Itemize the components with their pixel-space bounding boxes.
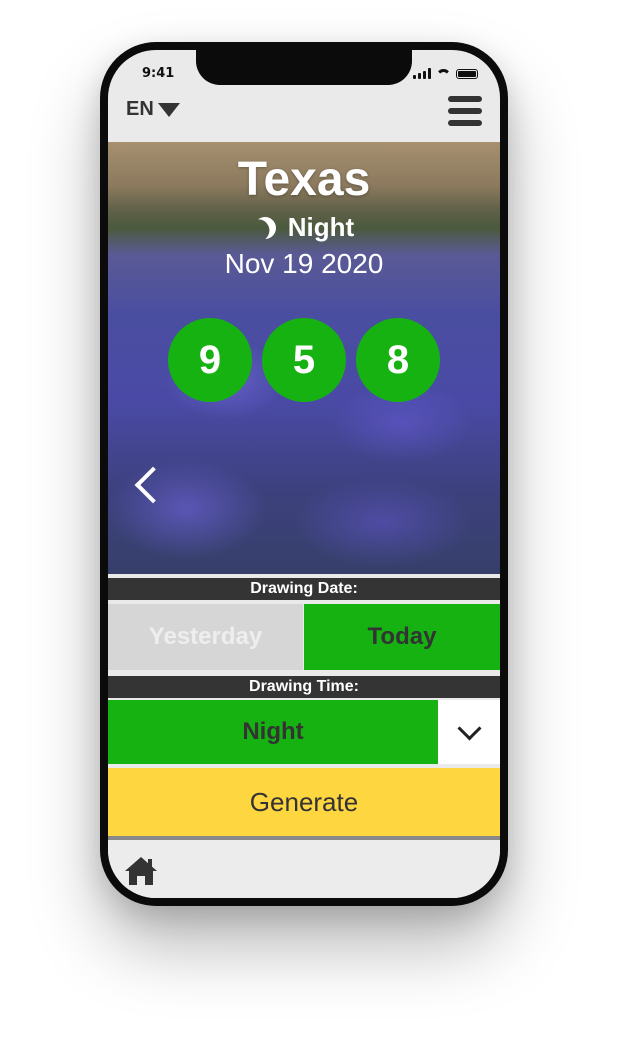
status-icons xyxy=(413,68,478,79)
device-notch xyxy=(196,50,412,85)
chevron-down-icon xyxy=(457,716,482,741)
draw-time-row: Night xyxy=(108,212,500,243)
number-ball: 5 xyxy=(262,318,346,402)
results-hero: Texas Night Nov 19 2020 9 5 8 xyxy=(108,142,500,574)
state-title: Texas xyxy=(237,153,371,206)
chevron-left-icon[interactable] xyxy=(134,466,172,504)
drawing-time-dropdown-button[interactable] xyxy=(438,700,500,764)
drawing-time-select[interactable]: Night xyxy=(108,700,438,764)
hamburger-menu-icon[interactable] xyxy=(448,96,482,130)
moon-icon xyxy=(251,213,279,241)
wifi-icon xyxy=(436,68,451,79)
draw-date-label: Nov 19 2020 xyxy=(224,248,384,279)
drawing-time-header: Drawing Time: xyxy=(108,676,500,698)
yesterday-option[interactable]: Yesterday xyxy=(108,604,303,670)
dropdown-triangle-icon xyxy=(157,102,180,117)
battery-icon xyxy=(456,69,478,79)
status-time: 9:41 xyxy=(142,66,175,81)
today-option[interactable]: Today xyxy=(304,604,500,670)
drawing-date-header: Drawing Date: xyxy=(108,578,500,600)
language-selector[interactable]: EN xyxy=(126,98,180,121)
draw-time-label: Night xyxy=(287,212,355,242)
winning-numbers: 9 5 8 xyxy=(108,318,500,402)
phone-frame: 9:41 EN Texas Night Nov 19 2020 9 5 8 Dr… xyxy=(100,42,508,906)
home-icon[interactable] xyxy=(124,856,158,886)
generate-button[interactable]: Generate xyxy=(108,768,500,840)
bottom-nav xyxy=(108,840,500,898)
number-ball: 8 xyxy=(356,318,440,402)
language-label: EN xyxy=(126,98,154,120)
number-ball: 9 xyxy=(168,318,252,402)
cellular-signal-icon xyxy=(413,68,431,79)
app-screen: 9:41 EN Texas Night Nov 19 2020 9 5 8 Dr… xyxy=(108,50,500,898)
